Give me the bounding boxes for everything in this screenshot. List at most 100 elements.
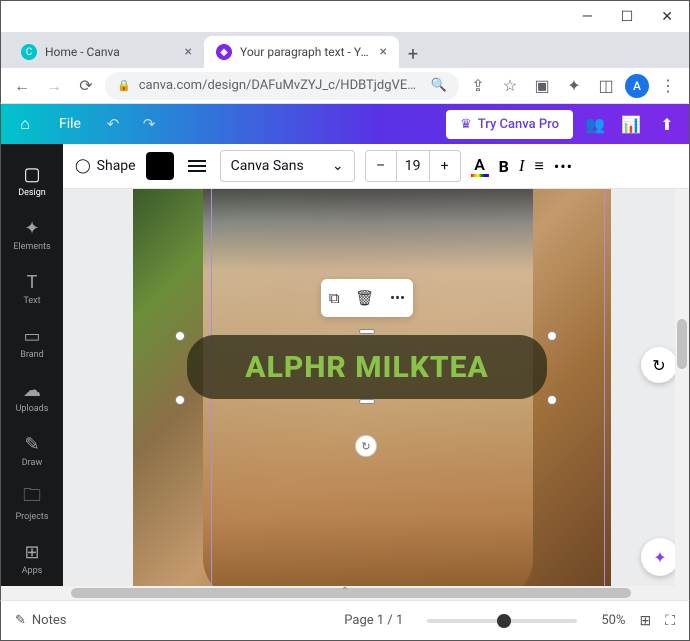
circle-icon: ◯ xyxy=(75,158,91,174)
notes-button[interactable]: ✎ Notes xyxy=(15,613,66,628)
maximize-button[interactable]: ☐ xyxy=(621,9,634,25)
zoom-slider[interactable] xyxy=(427,619,577,623)
magic-button[interactable]: ✦ xyxy=(641,538,679,576)
shape-button[interactable]: ◯ Shape xyxy=(75,158,136,174)
delete-icon[interactable]: 🗑 xyxy=(355,289,374,307)
horizontal-scrollbar[interactable]: ⌃ xyxy=(0,586,690,600)
rail-text[interactable]: TText xyxy=(1,262,63,316)
scroll-thumb[interactable] xyxy=(677,319,687,369)
vertical-scrollbar[interactable] xyxy=(675,189,689,586)
address-field[interactable]: 🔒 canva.com/design/DAFuMvZYJ_c/HDBTjdgVE… xyxy=(105,72,459,100)
size-decrease-button[interactable]: – xyxy=(366,151,396,181)
uploads-icon: ☁ xyxy=(23,380,41,400)
redo-button[interactable]: ↷ xyxy=(135,115,163,133)
footer-bar: ✎ Notes Page 1 / 1 50% ⊞ ⛶ xyxy=(0,600,690,641)
rail-label: Projects xyxy=(16,512,49,522)
more-formatting-button[interactable]: ••• xyxy=(554,157,573,176)
zoom-value[interactable]: 50% xyxy=(601,613,625,628)
canvas-area[interactable]: ⧉ 🗑 ••• ALPHR MILKTEA ↻ ↻ ✦ xyxy=(63,189,689,586)
more-icon[interactable]: ••• xyxy=(390,289,405,307)
draw-icon: ✎ xyxy=(24,434,39,454)
align-button[interactable]: ≡ xyxy=(535,156,544,176)
font-size-input[interactable]: 19 xyxy=(396,151,430,181)
resize-handle[interactable] xyxy=(359,399,375,404)
reload-button[interactable]: ⟳ xyxy=(73,73,99,99)
browser-tabstrip: C Home - Canva × ◆ Your paragraph text -… xyxy=(0,32,690,68)
rail-label: Draw xyxy=(22,458,42,468)
resize-handle[interactable] xyxy=(547,331,557,341)
search-icon[interactable]: 🔍 xyxy=(431,78,447,93)
text-color-button[interactable]: A xyxy=(471,155,489,177)
menu-icon[interactable]: ⋮ xyxy=(655,73,681,99)
tab-design[interactable]: ◆ Your paragraph text - Your S × xyxy=(204,36,399,68)
design-page[interactable]: ⧉ 🗑 ••• ALPHR MILKTEA ↻ xyxy=(133,189,611,586)
share-icon[interactable]: ⇪ xyxy=(465,73,491,99)
rail-draw[interactable]: ✎ Draw xyxy=(1,424,63,478)
tab-home[interactable]: C Home - Canva × xyxy=(9,36,204,68)
text-icon: T xyxy=(27,272,38,292)
extensions-icon[interactable]: ✦ xyxy=(561,73,587,99)
forward-button[interactable]: → xyxy=(41,73,67,99)
bold-button[interactable]: B xyxy=(499,157,509,176)
resize-handle[interactable] xyxy=(547,395,557,405)
element-context-toolbar: ⧉ 🗑 ••• xyxy=(321,279,413,317)
profile-avatar[interactable]: A xyxy=(625,74,649,98)
rotate-handle[interactable]: ↻ xyxy=(355,435,377,457)
rail-brand[interactable]: ▭Brand xyxy=(1,316,63,370)
grid-view-icon[interactable]: ⊞ xyxy=(639,613,651,629)
collaborate-icon[interactable]: 👥 xyxy=(581,115,609,134)
analytics-icon[interactable]: 📊 xyxy=(617,115,645,134)
apps-icon: ⊞ xyxy=(24,542,39,562)
rail-label: Design xyxy=(18,188,46,198)
font-selector[interactable]: Canva Sans ⌄ xyxy=(220,150,355,182)
rail-elements[interactable]: ✦Elements xyxy=(1,208,63,262)
border-style-button[interactable] xyxy=(184,153,210,179)
fill-color-swatch[interactable] xyxy=(146,152,174,180)
home-icon[interactable]: ⌂ xyxy=(9,108,41,140)
publish-icon[interactable]: ⬆ xyxy=(653,115,681,134)
undo-button[interactable]: ↶ xyxy=(99,115,127,133)
try-pro-label: Try Canva Pro xyxy=(478,117,559,132)
bookmark-icon[interactable]: ☆ xyxy=(497,73,523,99)
lock-icon: 🔒 xyxy=(117,79,131,92)
minimize-button[interactable]: — xyxy=(582,9,593,25)
rail-uploads[interactable]: ☁ Uploads xyxy=(1,370,63,424)
page-strip-handle[interactable]: ⌃ xyxy=(341,586,349,597)
text-element-selected[interactable]: ALPHR MILKTEA xyxy=(187,335,547,399)
rail-projects[interactable]: 🗀Projects xyxy=(1,478,63,532)
italic-button[interactable]: I xyxy=(519,156,525,176)
regenerate-button[interactable]: ↻ xyxy=(641,347,677,383)
resize-handle[interactable] xyxy=(175,331,185,341)
file-menu[interactable]: File xyxy=(49,116,91,132)
font-size-stepper: – 19 + xyxy=(365,150,461,182)
new-tab-button[interactable]: + xyxy=(399,40,427,68)
url-text: canva.com/design/DAFuMvZYJ_c/HDBTjdgVE… xyxy=(139,78,423,93)
install-icon[interactable]: ▣ xyxy=(529,73,555,99)
sidepanel-icon[interactable]: ◫ xyxy=(593,73,619,99)
zoom-thumb[interactable] xyxy=(497,614,511,628)
try-pro-button[interactable]: ♛ Try Canva Pro xyxy=(446,110,573,139)
text-color-letter: A xyxy=(474,155,485,174)
resize-handle[interactable] xyxy=(175,395,185,405)
close-window-button[interactable]: ✕ xyxy=(661,9,673,25)
fullscreen-icon[interactable]: ⛶ xyxy=(665,613,675,629)
rail-label: Elements xyxy=(13,242,50,252)
left-rail: ▢Design ✦Elements TText ▭Brand ☁Uploads … xyxy=(1,144,63,586)
scroll-thumb[interactable] xyxy=(71,588,631,598)
notes-label: Notes xyxy=(32,613,67,628)
rail-design[interactable]: ▢Design xyxy=(1,154,63,208)
page-indicator[interactable]: Page 1 / 1 xyxy=(344,613,403,628)
text-content[interactable]: ALPHR MILKTEA xyxy=(245,350,488,385)
color-bar-icon xyxy=(471,174,489,177)
close-tab-icon[interactable]: × xyxy=(185,44,192,60)
size-increase-button[interactable]: + xyxy=(430,151,460,181)
close-tab-icon[interactable]: × xyxy=(380,44,387,60)
browser-urlbar: ← → ⟳ 🔒 canva.com/design/DAFuMvZYJ_c/HDB… xyxy=(0,68,690,104)
back-button[interactable]: ← xyxy=(9,73,35,99)
rail-apps[interactable]: ⊞Apps xyxy=(1,532,63,586)
canva-favicon-icon: C xyxy=(21,44,37,60)
rail-label: Uploads xyxy=(16,404,49,414)
tab-title: Home - Canva xyxy=(45,45,177,59)
resize-handle[interactable] xyxy=(359,329,375,334)
duplicate-icon[interactable]: ⧉ xyxy=(329,289,340,307)
